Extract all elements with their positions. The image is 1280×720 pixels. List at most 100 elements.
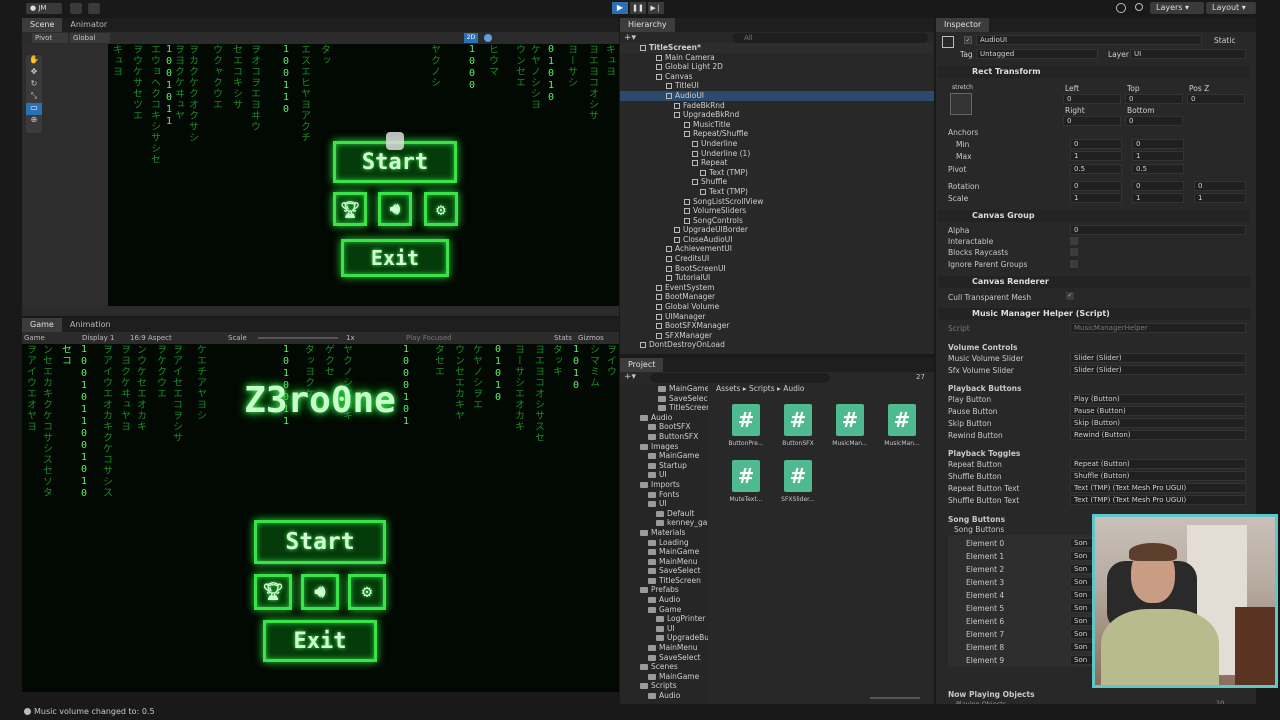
list-item[interactable]: Element 6 bbox=[966, 617, 1004, 626]
rotate-tool-icon[interactable]: ↻ bbox=[26, 79, 42, 91]
aspect-dropdown[interactable]: 16:9 Aspect bbox=[130, 332, 172, 344]
hierarchy-item[interactable]: EventSystem bbox=[620, 283, 934, 293]
list-item[interactable]: Element 2 bbox=[966, 565, 1004, 574]
rewind-button-field[interactable]: Rewind (Button) bbox=[1070, 430, 1246, 440]
folder-item[interactable]: MainGame bbox=[620, 384, 708, 394]
gizmos-dropdown[interactable]: Gizmos bbox=[578, 332, 604, 344]
scale-z-field[interactable]: 1 bbox=[1194, 193, 1246, 203]
hierarchy-item[interactable]: Repeat/Shuffle bbox=[620, 129, 934, 139]
step-button[interactable]: ▶❘ bbox=[648, 2, 664, 14]
tab-animation[interactable]: Animation bbox=[62, 318, 119, 332]
hierarchy-item[interactable]: UIManager bbox=[620, 312, 934, 322]
element-value-field[interactable]: Son bbox=[1070, 629, 1094, 639]
tab-project[interactable]: Project bbox=[620, 358, 664, 372]
hierarchy-item[interactable]: TitleUI bbox=[620, 81, 934, 91]
folder-item[interactable]: Materials bbox=[620, 528, 708, 538]
hierarchy-item[interactable]: TitleScreen* bbox=[620, 43, 934, 53]
hierarchy-item[interactable]: Main Camera bbox=[620, 53, 934, 63]
layer-dropdown[interactable]: UI bbox=[1130, 49, 1246, 59]
anchors-foldout[interactable]: Anchors bbox=[948, 128, 978, 137]
game-audio-button[interactable]: 🔊︎ bbox=[301, 574, 339, 610]
audio-source-gizmo-icon[interactable] bbox=[386, 132, 404, 150]
max-x-field[interactable]: 1 bbox=[1070, 151, 1122, 161]
game-mode-dropdown[interactable]: Game bbox=[24, 332, 45, 344]
hierarchy-item[interactable]: Text (TMP) bbox=[620, 187, 934, 197]
status-message[interactable]: Music volume changed to: 0.5 bbox=[34, 707, 155, 716]
repeat-button-field[interactable]: Repeat (Button) bbox=[1070, 459, 1246, 469]
scene-trophy-button[interactable]: 🏆︎ bbox=[333, 192, 367, 226]
element-value-field[interactable]: Son bbox=[1070, 642, 1094, 652]
repeat-text-field[interactable]: Text (TMP) (Text Mesh Pro UGUI) bbox=[1070, 483, 1246, 493]
scene-audio-button[interactable]: 🔊︎ bbox=[378, 192, 412, 226]
play-focused-dropdown[interactable]: Play Focused bbox=[406, 332, 452, 344]
alpha-field[interactable]: 0 bbox=[1070, 225, 1246, 235]
list-item[interactable]: Element 1 bbox=[966, 552, 1004, 561]
hierarchy-item[interactable]: Global Volume bbox=[620, 302, 934, 312]
folder-item[interactable]: Game bbox=[620, 605, 708, 615]
game-trophy-button[interactable]: 🏆︎ bbox=[254, 574, 292, 610]
collab-icon[interactable] bbox=[88, 3, 100, 14]
script-file-icon[interactable]: # bbox=[732, 404, 760, 436]
tab-inspector[interactable]: Inspector bbox=[936, 18, 990, 32]
folder-item[interactable]: SaveSelect bbox=[620, 394, 708, 404]
hierarchy-item[interactable]: Global Light 2D bbox=[620, 62, 934, 72]
hierarchy-item[interactable]: BootSFXManager bbox=[620, 321, 934, 331]
bottom-field[interactable]: 0 bbox=[1125, 116, 1183, 126]
folder-item[interactable]: SaveSelect bbox=[620, 653, 708, 663]
scale-slider[interactable] bbox=[258, 337, 338, 339]
list-item[interactable]: Element 0 bbox=[966, 539, 1004, 548]
folder-item[interactable]: UI bbox=[620, 470, 708, 480]
folder-item[interactable]: MainGame bbox=[620, 672, 708, 682]
top-field[interactable]: 0 bbox=[1125, 94, 1183, 104]
folder-item[interactable]: Scenes bbox=[620, 662, 708, 672]
rect-tool-icon[interactable]: ▭ bbox=[26, 103, 42, 115]
folder-item[interactable]: Imports bbox=[620, 480, 708, 490]
shuffle-text-field[interactable]: Text (TMP) (Text Mesh Pro UGUI) bbox=[1070, 495, 1246, 505]
script-field[interactable]: MusicManagerHelper bbox=[1070, 323, 1246, 333]
pause-button[interactable]: ❚❚ bbox=[630, 2, 646, 14]
breadcrumb-scripts[interactable]: Scripts bbox=[749, 384, 775, 393]
folder-item[interactable]: SaveSelect bbox=[620, 566, 708, 576]
display-dropdown[interactable]: Display 1 bbox=[82, 332, 114, 344]
interactable-checkbox[interactable] bbox=[1070, 237, 1078, 245]
folder-item[interactable]: Images bbox=[620, 442, 708, 452]
breadcrumb-audio[interactable]: Audio bbox=[783, 384, 804, 393]
element-value-field[interactable]: Son bbox=[1070, 551, 1094, 561]
hierarchy-add-button[interactable]: +▾ bbox=[624, 33, 636, 43]
lighting-icon[interactable] bbox=[484, 34, 492, 42]
hierarchy-item[interactable]: Shuffle bbox=[620, 177, 934, 187]
list-item[interactable]: Element 5 bbox=[966, 604, 1004, 613]
right-field[interactable]: 0 bbox=[1063, 116, 1121, 126]
element-value-field[interactable]: Son bbox=[1070, 564, 1094, 574]
folder-item[interactable]: MainMenu bbox=[620, 557, 708, 567]
game-settings-button[interactable]: ⚙ bbox=[348, 574, 386, 610]
folder-item[interactable]: Loading bbox=[620, 538, 708, 548]
list-item[interactable]: Element 8 bbox=[966, 643, 1004, 652]
folder-item[interactable]: Startup bbox=[620, 461, 708, 471]
scene-viewport[interactable]: キュヨ ヲウケサセツエ 1001011 エウョヘクコキシサシセ ヲヨクケヰュヤ … bbox=[108, 44, 619, 306]
element-value-field[interactable]: Son bbox=[1070, 577, 1094, 587]
pivot-y-field[interactable]: 0.5 bbox=[1132, 164, 1184, 174]
hierarchy-item[interactable]: UpgradeBkRnd bbox=[620, 110, 934, 120]
rotation-z-field[interactable]: 0 bbox=[1194, 181, 1246, 191]
folder-item[interactable]: Audio bbox=[620, 691, 708, 701]
global-dropdown[interactable]: Global bbox=[70, 33, 110, 43]
sfx-slider-field[interactable]: Slider (Slider) bbox=[1070, 365, 1246, 375]
folder-item[interactable]: Audio bbox=[620, 595, 708, 605]
list-item[interactable]: Element 9 bbox=[966, 656, 1004, 665]
list-item[interactable]: Element 3 bbox=[966, 578, 1004, 587]
object-name-field[interactable]: AudioUI bbox=[976, 35, 1202, 45]
tag-dropdown[interactable]: Untagged bbox=[976, 49, 1098, 59]
mode-2d-toggle[interactable]: 2D bbox=[464, 33, 478, 43]
hierarchy-item[interactable]: CreditsUI bbox=[620, 254, 934, 264]
script-file-icon[interactable]: # bbox=[732, 460, 760, 492]
hierarchy-item[interactable]: FadeBkRnd bbox=[620, 101, 934, 111]
min-y-field[interactable]: 0 bbox=[1132, 139, 1184, 149]
hierarchy-item[interactable]: Underline (1) bbox=[620, 149, 934, 159]
folder-item[interactable]: Fonts bbox=[620, 490, 708, 500]
account-button[interactable]: ● JM bbox=[26, 3, 62, 14]
hierarchy-item[interactable]: AchievementUI bbox=[620, 244, 934, 254]
rect-transform-header[interactable]: Rect Transform bbox=[938, 66, 1250, 78]
list-item[interactable]: Element 4 bbox=[966, 591, 1004, 600]
shuffle-button-field[interactable]: Shuffle (Button) bbox=[1070, 471, 1246, 481]
